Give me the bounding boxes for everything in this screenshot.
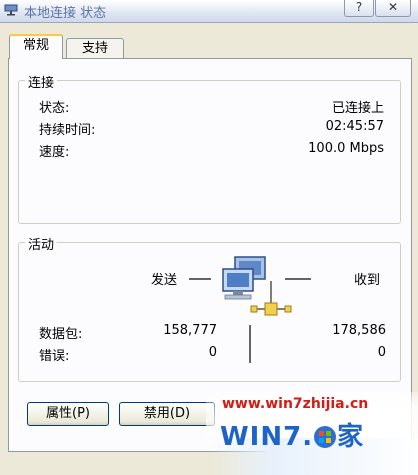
sent-label: 发送: [151, 273, 178, 288]
speed-label: 速度:: [39, 145, 70, 160]
duration-label: 持续时间:: [39, 123, 96, 138]
tab-general[interactable]: 常规: [9, 34, 63, 59]
speed-value: 100.0 Mbps: [308, 141, 384, 156]
network-activity-icon: [189, 256, 311, 363]
status-value: 已连接上: [331, 101, 384, 116]
status-label: 状态:: [39, 101, 70, 116]
watermark-logo-suffix: 家: [337, 422, 365, 452]
activity-group-title: 活动: [25, 234, 58, 253]
tab-support[interactable]: 支持: [66, 38, 124, 58]
packets-received-value: 178,586: [332, 323, 386, 338]
windows-flag-icon: [314, 426, 337, 448]
activity-group: 活动 发送 收到 数据包: 158,777 178,586 错误: 0 0: [18, 234, 401, 382]
close-icon: ✕: [387, 0, 399, 14]
disable-button[interactable]: 禁用(D): [119, 402, 215, 426]
watermark-url: www.win7zhijia.cn: [222, 396, 369, 412]
network-connection-icon: [4, 4, 18, 16]
errors-sent-value: 0: [208, 345, 217, 360]
window-title: 本地连接 状态: [24, 6, 107, 21]
close-button[interactable]: ✕: [375, 0, 411, 17]
properties-button[interactable]: 属性(P): [27, 402, 109, 426]
packets-sent-value: 158,777: [163, 323, 217, 338]
help-icon: ?: [355, 0, 363, 14]
errors-label: 错误:: [39, 349, 70, 364]
received-label: 收到: [354, 273, 381, 288]
connection-group: 连接 状态: 已连接上 持续时间: 02:45:57 速度: 100.0 Mbp…: [18, 72, 401, 224]
packets-label: 数据包:: [39, 327, 83, 342]
watermark-logo-text: WIN7: [220, 422, 303, 452]
connection-group-title: 连接: [25, 72, 58, 91]
duration-value: 02:45:57: [325, 119, 384, 134]
title-bar: 本地连接 状态 ? ✕: [0, 0, 418, 23]
help-button[interactable]: ?: [344, 0, 374, 17]
errors-received-value: 0: [377, 345, 386, 360]
watermark-logo: WIN7. 家: [220, 422, 365, 452]
